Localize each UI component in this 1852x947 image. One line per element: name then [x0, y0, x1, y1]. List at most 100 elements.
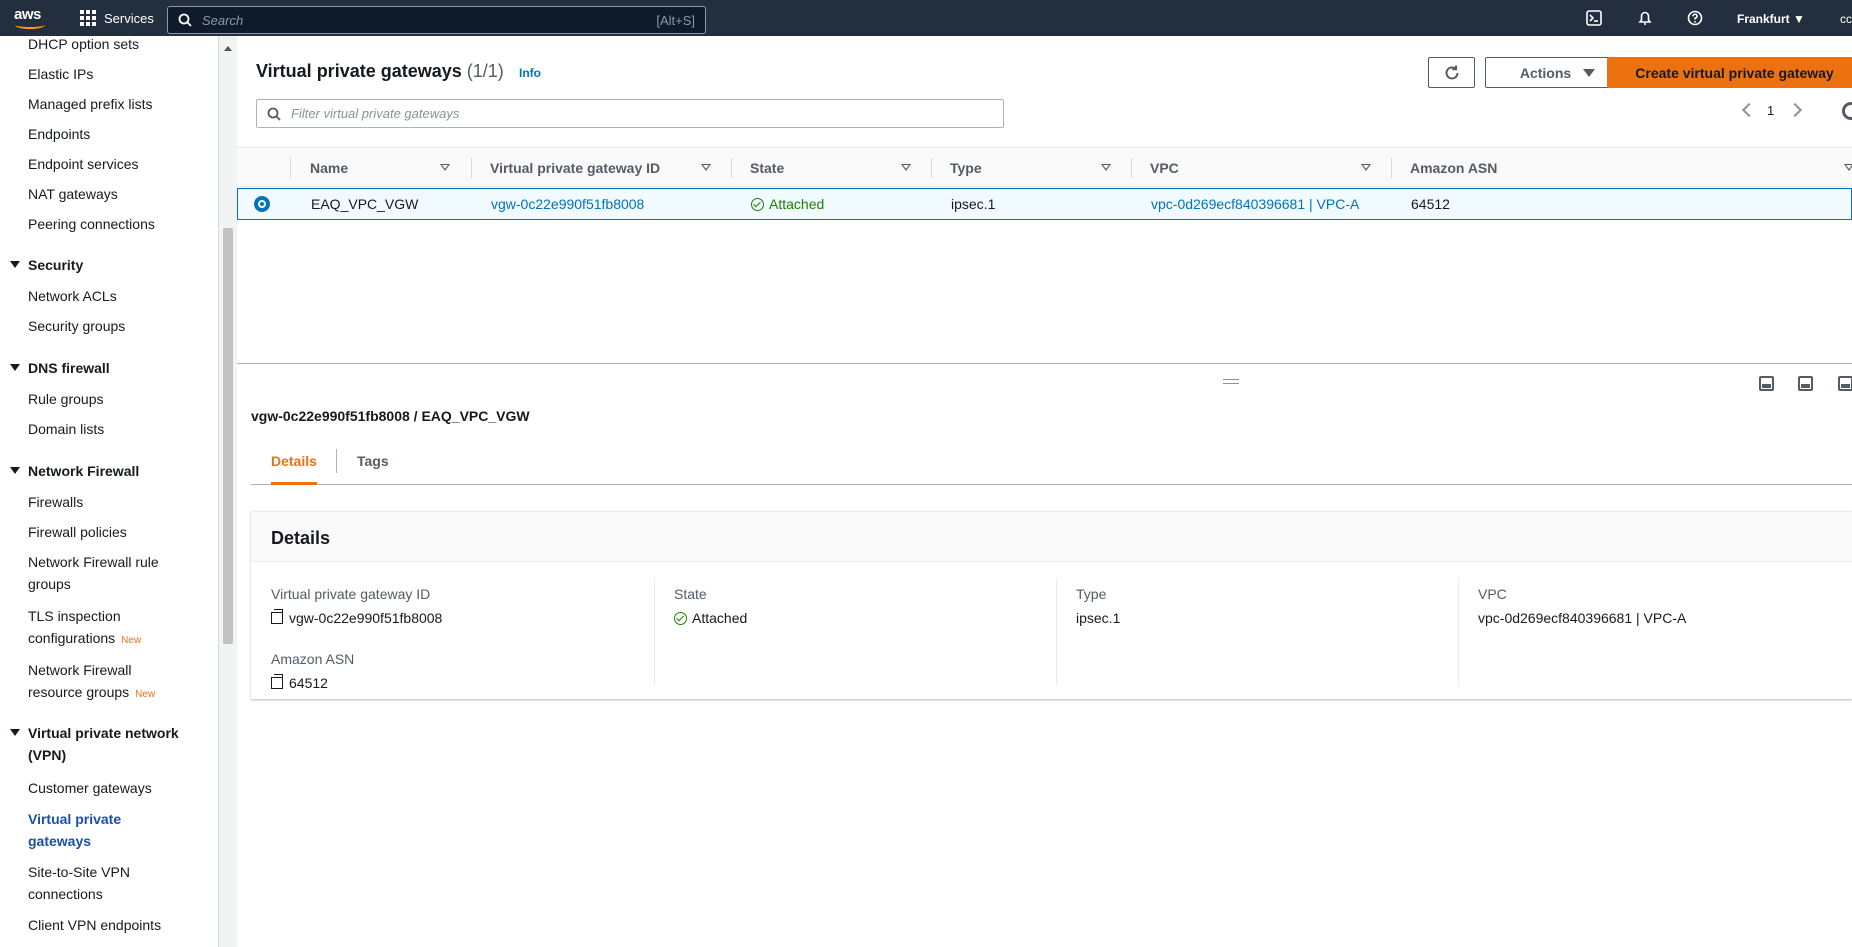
services-menu-button[interactable]: Services	[80, 10, 154, 26]
filter-placeholder: Filter virtual private gateways	[291, 106, 460, 121]
page-title: Virtual private gateways (1/1)	[256, 61, 504, 81]
help-icon[interactable]	[1687, 10, 1703, 26]
sidebar-item-peering-connections[interactable]: Peering connections	[28, 213, 155, 235]
details-card-title: Details	[271, 528, 331, 548]
sidebar-item-network-firewall-resource-groups[interactable]: Network Firewall resource groups New	[28, 659, 155, 706]
caret-down-icon	[10, 261, 20, 268]
caret-down-icon	[1583, 68, 1596, 77]
region-selector[interactable]: Frankfurt ▼	[1737, 12, 1805, 26]
search-placeholder: Search	[202, 12, 244, 28]
type-label: Type	[1076, 586, 1107, 602]
scroll-up-arrow-icon[interactable]	[224, 46, 232, 51]
new-badge: New	[121, 635, 142, 646]
top-nav-bar: aws Services Search [Alt+S] Frankfurt ▼ …	[0, 0, 1852, 36]
sort-icon[interactable]	[1101, 164, 1111, 171]
global-search-input[interactable]: Search [Alt+S]	[167, 6, 706, 34]
split-panel-resize-handle[interactable]	[1223, 379, 1239, 384]
column-header-vpc[interactable]: VPC	[1150, 148, 1179, 188]
cell-amazon-asn: 64512	[1411, 196, 1450, 212]
caret-down-icon	[10, 467, 20, 474]
column-header-type[interactable]: Type	[950, 148, 982, 188]
sidebar-section-vpn[interactable]: Virtual private network (VPN)	[10, 722, 179, 766]
sidebar-scrollbar-thumb[interactable]	[223, 228, 233, 644]
sidebar-item-client-vpn-endpoints[interactable]: Client VPN endpoints	[28, 914, 161, 936]
details-card: Details Virtual private gateway ID vgw-0…	[251, 511, 1852, 699]
row-select-radio[interactable]	[254, 196, 270, 212]
aws-smile-icon	[15, 21, 45, 29]
status-success-icon	[674, 612, 687, 625]
sidebar-item-customer-gateways[interactable]: Customer gateways	[28, 777, 152, 799]
sidebar-item-network-firewall-rule-groups[interactable]: Network Firewall rule groups	[28, 551, 159, 595]
panel-position-full-icon[interactable]	[1838, 376, 1852, 391]
cloudshell-icon[interactable]	[1586, 10, 1602, 26]
next-page-icon[interactable]	[1787, 102, 1803, 118]
copy-icon[interactable]	[271, 609, 283, 624]
sidebar-item-firewall-policies[interactable]: Firewall policies	[28, 521, 127, 543]
state-value: Attached	[674, 610, 747, 626]
info-link[interactable]: Info	[519, 66, 541, 80]
sidebar-item-nat-gateways[interactable]: NAT gateways	[28, 183, 118, 205]
filter-gateways-input[interactable]: Filter virtual private gateways	[256, 99, 1004, 128]
sidebar-item-security-groups[interactable]: Security groups	[28, 315, 125, 337]
sidebar-item-firewalls[interactable]: Firewalls	[28, 491, 83, 513]
sidebar-item-site-to-site-vpn-connections[interactable]: Site-to-Site VPN connections	[28, 861, 130, 905]
gateways-table-panel: Virtual private gateways (1/1) Info Acti…	[237, 36, 1852, 364]
settings-gear-icon[interactable]	[1842, 102, 1852, 120]
type-value: ipsec.1	[1076, 610, 1121, 626]
cell-type: ipsec.1	[951, 196, 996, 212]
vpc-link[interactable]: vpc-0d269ecf840396681 | VPC-A	[1478, 610, 1686, 626]
table-header-row: Name Virtual private gateway ID State Ty…	[237, 147, 1852, 187]
account-menu[interactable]: cc	[1840, 12, 1852, 26]
sidebar-section-security[interactable]: Security	[10, 254, 83, 276]
sort-icon[interactable]	[701, 164, 711, 171]
column-header-amazon-asn[interactable]: Amazon ASN	[1410, 148, 1497, 188]
sidebar-item-endpoints[interactable]: Endpoints	[28, 123, 90, 145]
services-label: Services	[104, 10, 154, 26]
sort-icon[interactable]	[1844, 164, 1852, 171]
copy-icon[interactable]	[271, 674, 283, 689]
previous-page-icon[interactable]	[1741, 102, 1757, 118]
cell-name: EAQ_VPC_VGW	[311, 196, 419, 212]
search-icon	[178, 13, 192, 27]
current-page-number[interactable]: 1	[1767, 103, 1774, 118]
cell-state: Attached	[751, 189, 824, 219]
left-navigation-sidebar: DHCP option sets Elastic IPs Managed pre…	[0, 36, 219, 947]
selection-count: (1/1)	[466, 61, 504, 81]
sidebar-item-endpoint-services[interactable]: Endpoint services	[28, 153, 139, 175]
amazon-asn-value: 64512	[271, 674, 328, 691]
services-grid-icon	[80, 10, 96, 26]
refresh-button[interactable]	[1428, 57, 1475, 88]
sidebar-item-network-acls[interactable]: Network ACLs	[28, 285, 117, 307]
actions-label: Actions	[1519, 64, 1572, 81]
column-header-name[interactable]: Name	[310, 148, 348, 188]
detail-tabs: Details Tags	[251, 443, 1852, 485]
column-header-gateway-id[interactable]: Virtual private gateway ID	[490, 148, 660, 188]
panel-position-bottom-icon[interactable]	[1759, 376, 1774, 391]
sidebar-item-domain-lists[interactable]: Domain lists	[28, 418, 104, 440]
create-virtual-private-gateway-button[interactable]: Create virtual private gateway	[1607, 57, 1852, 88]
tab-details[interactable]: Details	[271, 443, 317, 485]
vpc-label: VPC	[1478, 586, 1507, 602]
cell-gateway-id-link[interactable]: vgw-0c22e990f51fb8008	[491, 189, 644, 219]
sidebar-section-dns-firewall[interactable]: DNS firewall	[10, 357, 110, 379]
main-content: Virtual private gateways (1/1) Info Acti…	[237, 36, 1852, 947]
state-label: State	[674, 586, 707, 602]
sort-icon[interactable]	[1361, 164, 1371, 171]
sidebar-item-rule-groups[interactable]: Rule groups	[28, 388, 104, 410]
tab-tags[interactable]: Tags	[357, 443, 389, 485]
sort-icon[interactable]	[901, 164, 911, 171]
sort-icon[interactable]	[440, 164, 450, 171]
sidebar-item-virtual-private-gateways[interactable]: Virtual private gateways	[28, 808, 121, 852]
sidebar-item-dhcp-option-sets[interactable]: DHCP option sets	[28, 36, 139, 55]
sidebar-section-network-firewall[interactable]: Network Firewall	[10, 460, 139, 482]
cell-vpc-link[interactable]: vpc-0d269ecf840396681 | VPC-A	[1151, 189, 1359, 219]
notifications-bell-icon[interactable]	[1637, 10, 1653, 26]
column-header-state[interactable]: State	[750, 148, 784, 188]
panel-position-side-icon[interactable]	[1798, 376, 1813, 391]
sidebar-item-elastic-ips[interactable]: Elastic IPs	[28, 63, 93, 85]
sidebar-item-tls-inspection-configurations[interactable]: TLS inspection configurations New	[28, 605, 141, 652]
caret-down-icon	[10, 364, 20, 371]
table-row[interactable]: EAQ_VPC_VGW vgw-0c22e990f51fb8008 Attach…	[237, 188, 1852, 220]
sidebar-item-managed-prefix-lists[interactable]: Managed prefix lists	[28, 93, 153, 115]
aws-logo[interactable]: aws	[14, 6, 48, 30]
